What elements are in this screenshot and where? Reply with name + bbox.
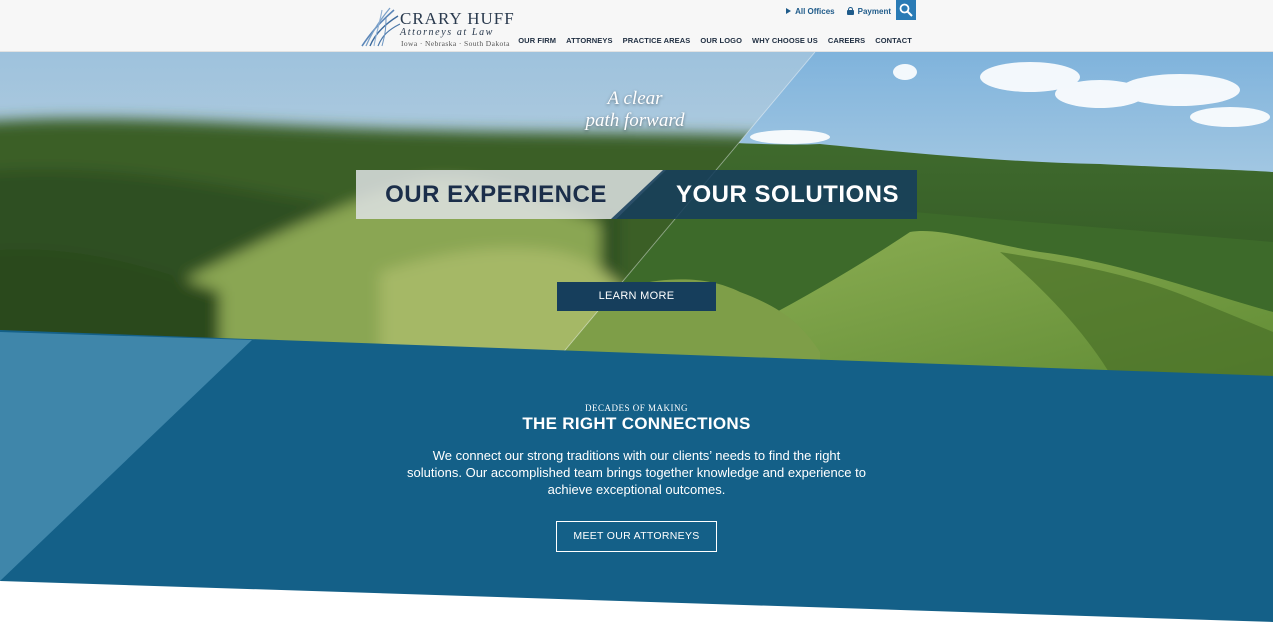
nav-our-firm[interactable]: OUR FIRM xyxy=(518,36,556,45)
site-header: CRARY HUFF Attorneys at Law Iowa · Nebra… xyxy=(0,0,1273,52)
section-title: THE RIGHT CONNECTIONS xyxy=(522,414,751,433)
meet-our-attorneys-button[interactable]: MEET OUR ATTORNEYS xyxy=(556,521,717,552)
section-body: We connect our strong traditions with ou… xyxy=(407,448,866,497)
nav-careers[interactable]: CAREERS xyxy=(828,36,865,45)
payment-link[interactable]: Payment xyxy=(846,6,891,16)
payment-label: Payment xyxy=(857,6,891,16)
hero-banner: OUR EXPERIENCE YOUR SOLUTIONS xyxy=(356,170,917,219)
lock-icon xyxy=(846,7,854,15)
brand-states: Iowa · Nebraska · South Dakota xyxy=(401,39,510,48)
tagline-line-1: A clear xyxy=(607,88,663,109)
logo[interactable]: CRARY HUFF Attorneys at Law Iowa · Nebra… xyxy=(360,4,514,48)
search-icon xyxy=(899,3,913,17)
main-nav: OUR FIRM ATTORNEYS PRACTICE AREAS OUR LO… xyxy=(518,36,912,45)
arrow-right-icon xyxy=(786,8,792,14)
hero-tagline: A clear path forward xyxy=(565,88,705,132)
all-offices-label: All Offices xyxy=(795,6,835,16)
tagline-line-2: path forward xyxy=(585,110,685,131)
search-button[interactable] xyxy=(896,0,916,20)
nav-contact[interactable]: CONTACT xyxy=(875,36,912,45)
nav-practice-areas[interactable]: PRACTICE AREAS xyxy=(623,36,691,45)
nav-why-choose-us[interactable]: WHY CHOOSE US xyxy=(752,36,818,45)
nav-our-logo[interactable]: OUR LOGO xyxy=(700,36,742,45)
banner-text-solutions: YOUR SOLUTIONS xyxy=(676,181,900,208)
brand-subtitle: Attorneys at Law xyxy=(400,27,494,38)
banner-text-experience: OUR EXPERIENCE xyxy=(385,181,607,208)
logo-grass-mark-icon xyxy=(361,7,401,47)
learn-more-button[interactable]: LEARN MORE xyxy=(557,282,716,311)
nav-attorneys[interactable]: ATTORNEYS xyxy=(566,36,612,45)
all-offices-link[interactable]: All Offices xyxy=(786,7,835,16)
utility-links: All Offices Payment xyxy=(786,5,891,17)
section-kicker: DECADES OF MAKING xyxy=(584,403,688,413)
brand-name: CRARY HUFF xyxy=(400,9,515,28)
